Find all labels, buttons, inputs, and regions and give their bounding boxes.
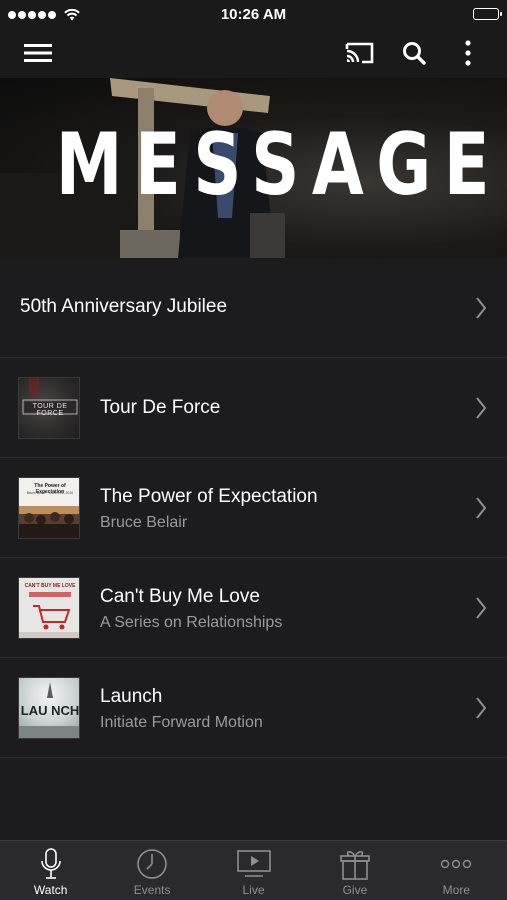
message-list: 50th Anniversary Jubilee TOUR DE FORCE T…	[0, 258, 507, 758]
list-item[interactable]: LAU NCH Launch Initiate Forward Motion	[0, 658, 507, 758]
search-icon	[403, 42, 426, 65]
list-item-title: Tour De Force	[100, 397, 221, 418]
tv-play-icon	[236, 847, 271, 881]
tab-live[interactable]: Live	[203, 841, 304, 900]
list-item-title: Can't Buy Me Love	[100, 586, 260, 607]
chevron-right-icon	[476, 297, 487, 319]
more-dots-icon	[439, 847, 473, 881]
tab-events[interactable]: Events	[101, 841, 202, 900]
thumbnail-text: CAN'T BUY ME LOVE	[24, 583, 76, 589]
vertical-dots-icon	[465, 40, 471, 66]
cast-button[interactable]	[344, 37, 376, 69]
series-thumbnail: The Power of Expectation Bruce Belair · …	[18, 477, 80, 539]
hamburger-menu-icon	[24, 44, 52, 62]
chevron-right-icon	[476, 697, 487, 719]
thumbnail-caption: Bruce Belair · March 25, 2016	[26, 491, 74, 495]
status-bar: 10:26 AM	[0, 0, 507, 28]
tab-give[interactable]: Give	[304, 841, 405, 900]
menu-button[interactable]	[22, 37, 54, 69]
status-time: 10:26 AM	[220, 5, 287, 23]
thumbnail-text: TOUR DE FORCE	[32, 403, 68, 417]
list-item[interactable]: TOUR DE FORCE Tour De Force	[0, 358, 507, 458]
list-item[interactable]: The Power of Expectation Bruce Belair · …	[0, 458, 507, 558]
clock-icon	[135, 847, 169, 881]
gift-icon	[338, 847, 372, 881]
list-item[interactable]: 50th Anniversary Jubilee	[0, 258, 507, 358]
list-item[interactable]: CAN'T BUY ME LOVE Can't Buy Me Love A Se…	[0, 558, 507, 658]
list-item-subtitle: Bruce Belair	[100, 514, 188, 531]
list-item-subtitle: A Series on Relationships	[100, 614, 283, 631]
app-bar	[0, 28, 507, 78]
cast-icon	[345, 42, 374, 64]
tab-bar: Watch Events Live Give More	[0, 840, 507, 900]
signal-strength-icon	[8, 9, 80, 21]
chevron-right-icon	[476, 397, 487, 419]
chevron-right-icon	[476, 597, 487, 619]
tab-label: Live	[242, 883, 265, 897]
tab-label: Give	[342, 883, 368, 897]
series-thumbnail: CAN'T BUY ME LOVE	[18, 577, 80, 639]
hero-title: MESSAGES	[55, 115, 507, 215]
wifi-icon	[64, 9, 80, 21]
microphone-icon	[34, 847, 68, 881]
tab-label: Watch	[33, 883, 68, 897]
series-thumbnail: LAU NCH	[18, 677, 80, 739]
tab-label: More	[442, 883, 470, 897]
list-item-title: 50th Anniversary Jubilee	[20, 296, 228, 317]
battery-icon	[473, 8, 502, 20]
tab-watch[interactable]: Watch	[0, 841, 101, 900]
tab-label: Events	[133, 883, 171, 897]
list-item-title: The Power of Expectation	[100, 486, 318, 507]
tab-more[interactable]: More	[406, 841, 507, 900]
thumbnail-text: LAU NCH	[20, 703, 80, 718]
hero-banner: MESSAGES	[0, 78, 507, 258]
series-thumbnail: TOUR DE FORCE	[18, 377, 80, 439]
list-item-title: Launch	[100, 686, 163, 707]
overflow-menu-button[interactable]	[452, 37, 484, 69]
chevron-right-icon	[476, 497, 487, 519]
list-item-subtitle: Initiate Forward Motion	[100, 714, 263, 731]
search-button[interactable]	[398, 37, 430, 69]
